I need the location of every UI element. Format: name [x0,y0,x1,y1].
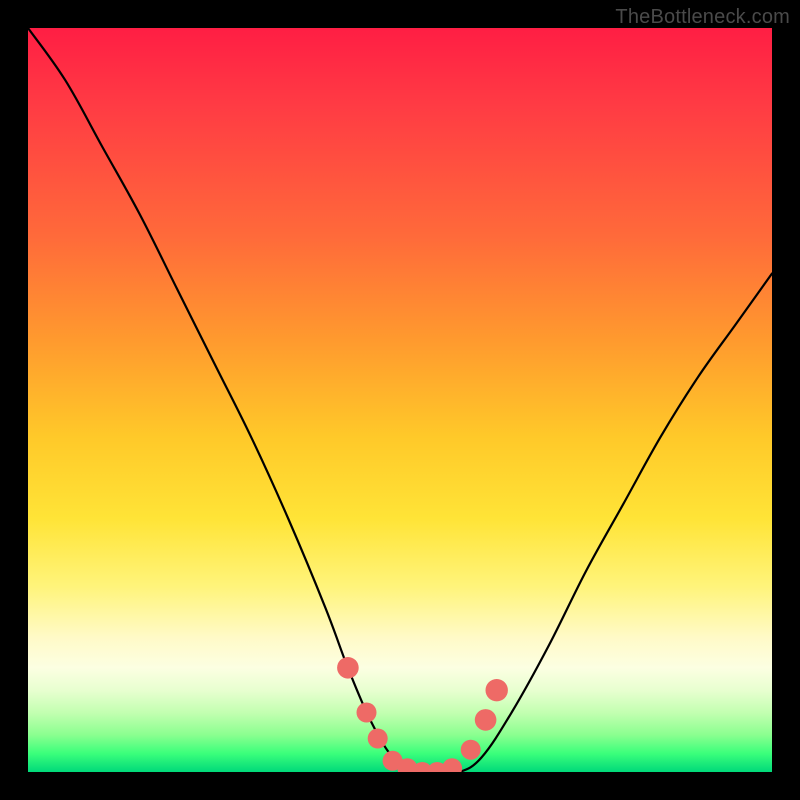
curve-marker [442,758,462,772]
attribution-text: TheBottleneck.com [615,6,790,29]
curve-marker [461,740,481,760]
curve-marker [486,679,508,701]
plot-area [28,28,772,772]
chart-frame: TheBottleneck.com [0,0,800,800]
curve-marker [337,657,359,679]
curve-marker [357,703,377,723]
curve-marker [368,729,388,749]
curve-markers [337,657,508,772]
curve-marker [475,709,497,731]
bottleneck-curve [28,28,772,772]
curve-layer [28,28,772,772]
